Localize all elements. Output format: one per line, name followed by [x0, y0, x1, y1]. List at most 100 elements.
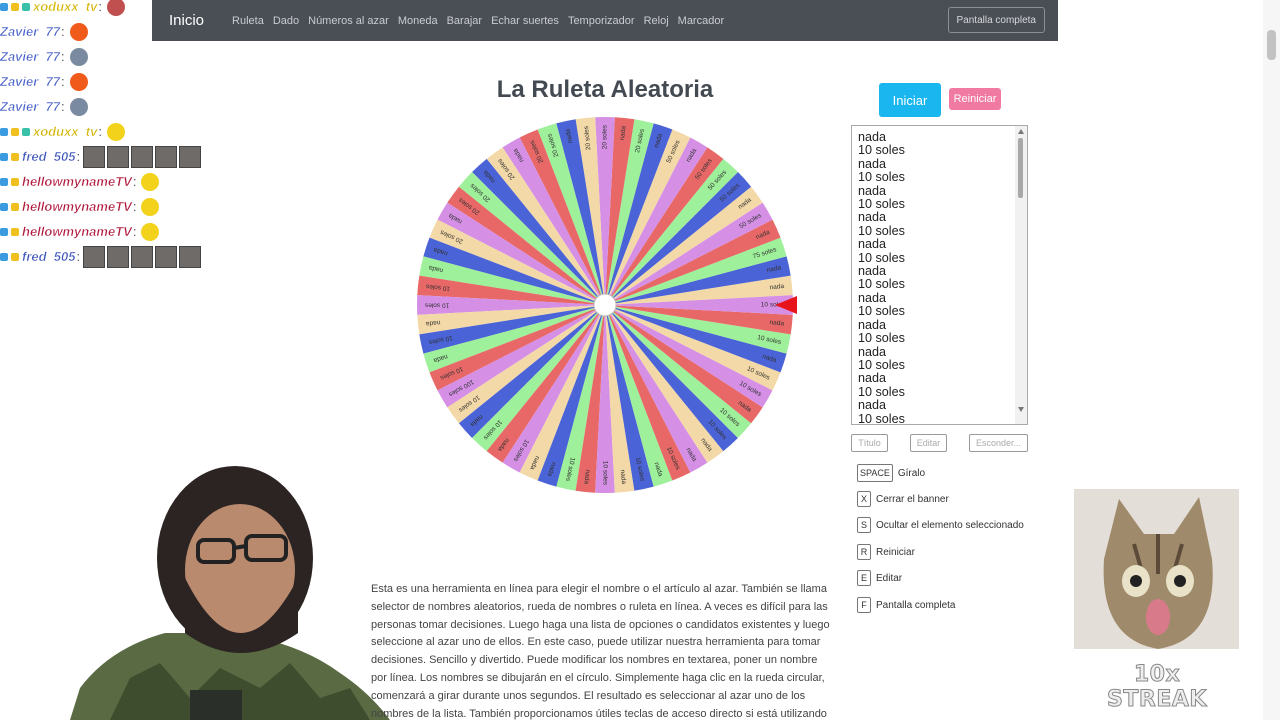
wheel-segment-label: 10 soles [424, 301, 449, 308]
key-r: R [857, 544, 871, 560]
webcam-overlay [70, 466, 390, 720]
chat-username[interactable]: fred_505 [22, 249, 76, 264]
roulette-wheel[interactable]: nadanada75 solesnada50 solesnada50 soles… [415, 115, 795, 495]
key-space: SPACE [857, 464, 893, 482]
chat-username[interactable]: Zavier_77 [0, 24, 60, 39]
description-text: Esta es una herramienta en línea para el… [371, 583, 830, 720]
fire-icon [69, 22, 88, 41]
face-emote-icon [83, 145, 106, 168]
chat-username[interactable]: Zavier_77 [0, 74, 60, 89]
chat-badge-icon [11, 202, 19, 211]
nav-link-temporizador[interactable]: Temporizador [568, 15, 635, 27]
reset-button[interactable]: Reiniciar [949, 88, 1001, 110]
page-scrollbar[interactable] [1263, 0, 1280, 720]
chat-badge-icon [11, 177, 19, 186]
face-emote-icon [83, 245, 106, 268]
cat-image [1074, 489, 1239, 655]
shortcut-e: E Editar [857, 570, 902, 586]
entry-line: nada [858, 264, 887, 279]
wheel-segment-label: 20 soles [602, 124, 609, 149]
shortcut-label: Editar [876, 572, 903, 584]
face-emote-icon [107, 245, 130, 268]
chat-username[interactable]: hellowmynameTV [22, 174, 132, 189]
chat-username[interactable]: hellowmynameTV [22, 224, 132, 239]
scroll-up-icon[interactable] [1018, 129, 1024, 134]
chat-badge-icon [22, 127, 30, 136]
nav-link-barajar[interactable]: Barajar [447, 15, 482, 27]
chat-separator: : [61, 74, 65, 89]
scroll-down-icon[interactable] [1018, 407, 1024, 412]
page-scroll-thumb[interactable] [1267, 30, 1276, 60]
top-navbar: Inicio Ruleta Dado Números al azar Moned… [152, 0, 1058, 41]
shortcut-label: Cerrar el banner [876, 493, 949, 505]
shortcut-label: Ocultar el elemento seleccionado [876, 519, 1024, 531]
streak-label: 10x STREAK [1107, 662, 1207, 713]
nav-link-numeros[interactable]: Números al azar [308, 15, 389, 27]
chat-separator: : [132, 224, 137, 239]
wheel-hub[interactable] [593, 293, 617, 317]
chat-username[interactable]: fred_505 [22, 149, 76, 164]
nav-link-echar-suertes[interactable]: Echar suertes [491, 15, 559, 27]
face-emote-icon [131, 145, 154, 168]
entry-line: 10 soles [858, 384, 905, 399]
entry-line: 10 soles [858, 304, 905, 319]
entries-list: nada 10 soles nada 10 soles nada 10 soles nada… [858, 130, 1027, 424]
chat-badge-icon [11, 2, 19, 11]
entry-line: nada [858, 183, 887, 198]
clock-emote-icon [141, 172, 160, 191]
face-emote-icon [131, 245, 154, 268]
chat-message: fred_505: [0, 144, 215, 169]
entry-line: 10 soles [858, 170, 905, 185]
scroll-thumb[interactable] [1018, 138, 1023, 198]
chat-username[interactable]: Zavier_77 [0, 99, 60, 114]
clock-emote-icon [141, 222, 160, 241]
fullscreen-button[interactable]: Pantalla completa [947, 7, 1045, 33]
entry-line: nada [858, 371, 887, 386]
chat-username[interactable]: xoduxx_tv [33, 0, 98, 14]
entry-line: 10 soles [858, 143, 905, 158]
entry-line: nada [858, 237, 887, 252]
entries-textarea[interactable]: nada 10 soles nada 10 soles nada 10 soles nada… [851, 125, 1028, 425]
entry-line: nada [858, 290, 887, 305]
textarea-scrollbar[interactable] [1015, 126, 1027, 424]
hide-button[interactable]: Esconder... [969, 434, 1028, 452]
nav-link-dado[interactable]: Dado [273, 15, 299, 27]
edit-button[interactable]: Editar [910, 434, 947, 452]
wheel-segment-label: 10 soles [601, 461, 608, 486]
bomb-icon [106, 0, 125, 16]
chat-badge-icon [0, 127, 8, 136]
chat-separator: : [61, 49, 65, 64]
title-button[interactable]: Título [851, 434, 888, 452]
chat-username[interactable]: Zavier_77 [0, 49, 60, 64]
nav-link-marcador[interactable]: Marcador [678, 15, 724, 27]
shortcut-label: Pantalla completa [876, 599, 956, 611]
key-e: E [857, 570, 871, 586]
shortcut-space: SPACE Gíralo [857, 464, 925, 482]
chat-separator: : [98, 0, 102, 14]
chat-message: hellowmynameTV: [0, 219, 215, 244]
page-title: La Ruleta Aleatoria [496, 76, 714, 103]
key-s: S [857, 517, 871, 533]
shortcut-f: F Pantalla completa [857, 597, 956, 613]
fire-icon [69, 72, 88, 91]
face-emote-icon [107, 145, 130, 168]
chat-username[interactable]: xoduxx_tv [33, 124, 98, 139]
face-emote-icon [179, 145, 202, 168]
entry-line: 10 soles [858, 223, 905, 238]
chat-message: Zavier_77: [0, 44, 215, 69]
shortcut-label: Gíralo [897, 467, 926, 479]
chat-badge-icon [0, 252, 8, 261]
nav-link-reloj[interactable]: Reloj [644, 15, 669, 27]
nav-link-ruleta[interactable]: Ruleta [232, 15, 264, 27]
chat-badge-icon [0, 227, 8, 236]
chat-separator: : [132, 174, 137, 189]
start-button[interactable]: Iniciar [879, 83, 941, 117]
chat-badge-icon [0, 2, 8, 11]
shortcut-r: R Reiniciar [857, 544, 915, 560]
chat-separator: : [76, 149, 81, 164]
chat-username[interactable]: hellowmynameTV [22, 199, 132, 214]
nav-link-moneda[interactable]: Moneda [398, 15, 438, 27]
cat-icon [1074, 489, 1239, 655]
entry-line: nada [858, 210, 887, 225]
entry-line: 10 soles [858, 197, 905, 212]
